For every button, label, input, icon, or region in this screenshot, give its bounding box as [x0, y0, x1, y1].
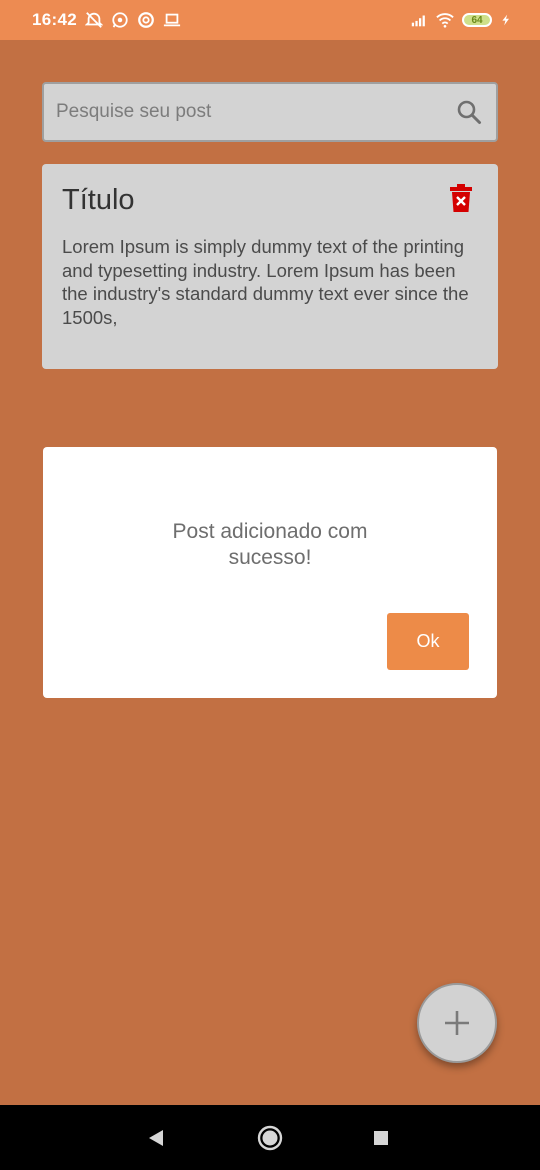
back-icon[interactable] [147, 1129, 165, 1147]
battery-icon: 64 [462, 13, 492, 27]
system-nav-bar [0, 1105, 540, 1170]
laptop-icon [163, 13, 181, 27]
post-body: Lorem Ipsum is simply dummy text of the … [62, 236, 469, 328]
alarm-off-icon [84, 12, 103, 28]
post-card[interactable]: Título Lorem Ipsum is simply dummy text … [42, 164, 498, 369]
post-title: Título [62, 184, 135, 216]
search-icon[interactable] [456, 99, 482, 125]
status-bar: 16:42 64 [0, 0, 540, 40]
signal-icon [411, 15, 425, 27]
dialog-message: Post adicionado com sucesso! [43, 519, 497, 571]
recents-icon[interactable] [373, 1130, 389, 1146]
add-post-button[interactable] [417, 983, 497, 1063]
search-box[interactable] [42, 82, 498, 142]
home-icon[interactable] [257, 1125, 283, 1151]
dialog-message-line1: Post adicionado com [172, 520, 368, 543]
charging-icon [502, 14, 509, 26]
app-notification-icon [138, 12, 154, 28]
whatsapp-icon [112, 12, 128, 28]
status-time: 16:42 [32, 10, 77, 29]
success-dialog: Post adicionado com sucesso! Ok [43, 447, 497, 698]
ok-button[interactable]: Ok [387, 613, 469, 670]
search-input[interactable] [54, 100, 456, 124]
wifi-icon [436, 13, 454, 28]
plus-icon [445, 1011, 469, 1035]
status-left: 16:42 [32, 10, 181, 30]
status-right: 64 [410, 11, 512, 29]
trash-delete-icon[interactable] [450, 184, 472, 212]
dialog-message-line2: sucesso! [228, 546, 312, 569]
